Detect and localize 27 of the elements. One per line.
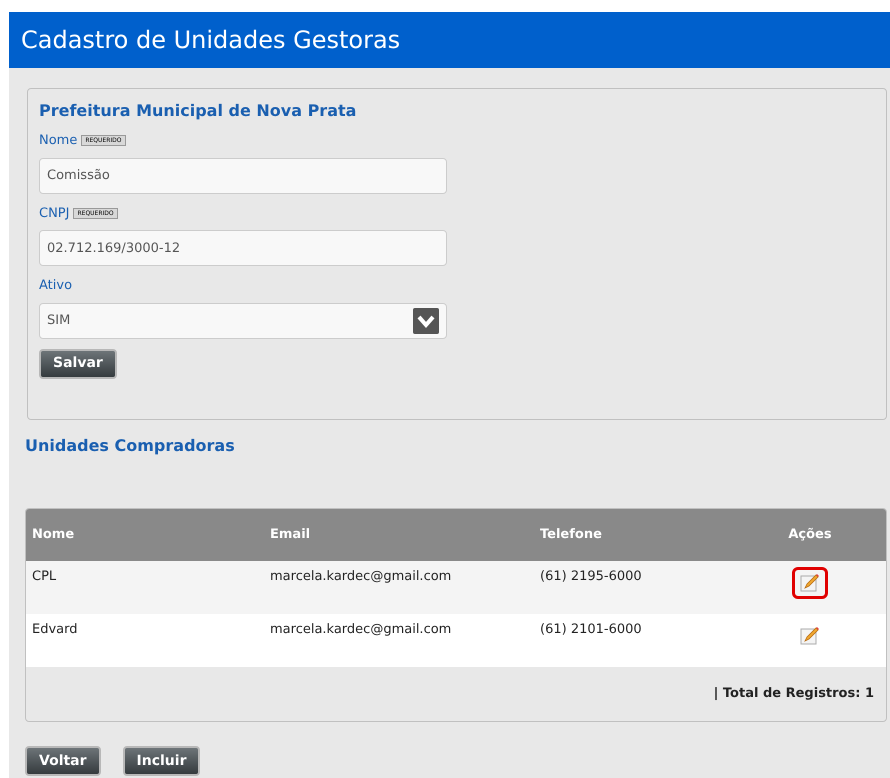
save-button[interactable]: Salvar [39,348,117,378]
column-header: Nome [32,527,74,542]
table-cell: (61) 2195-6000 [540,569,642,584]
table-cell: (61) 2101-6000 [540,622,642,637]
panel-title: Prefeitura Municipal de Nova Prata [39,100,358,122]
column-header: Email [270,527,310,542]
page-title: Cadastro de Unidades Gestoras [21,25,400,56]
table-cell: marcela.kardec@gmail.com [270,569,452,584]
action-button[interactable]: Incluir [122,746,200,776]
action-button[interactable]: Voltar [25,746,101,776]
section-title: Unidades Compradoras [25,435,236,457]
table-cell: Edvard [32,622,78,637]
edit-button[interactable] [792,567,828,599]
column-header: Ações [788,527,832,542]
text-field[interactable]: 02.712.169/3000-12 [39,230,447,266]
table-cell: CPL [32,569,56,584]
chevron-down-icon [413,308,439,334]
text-field[interactable]: Comissão [39,158,447,194]
pencil-icon [800,626,820,646]
select-field[interactable]: SIM [39,302,447,338]
field-label: Nome [39,132,78,150]
pencil-icon [800,573,820,593]
field-label: Ativo [39,277,72,295]
table-cell: marcela.kardec@gmail.com [270,622,452,637]
total-records: | Total de Registros: 1 [714,685,874,704]
field-label: CNPJ [39,204,70,222]
column-header: Telefone [540,527,602,542]
